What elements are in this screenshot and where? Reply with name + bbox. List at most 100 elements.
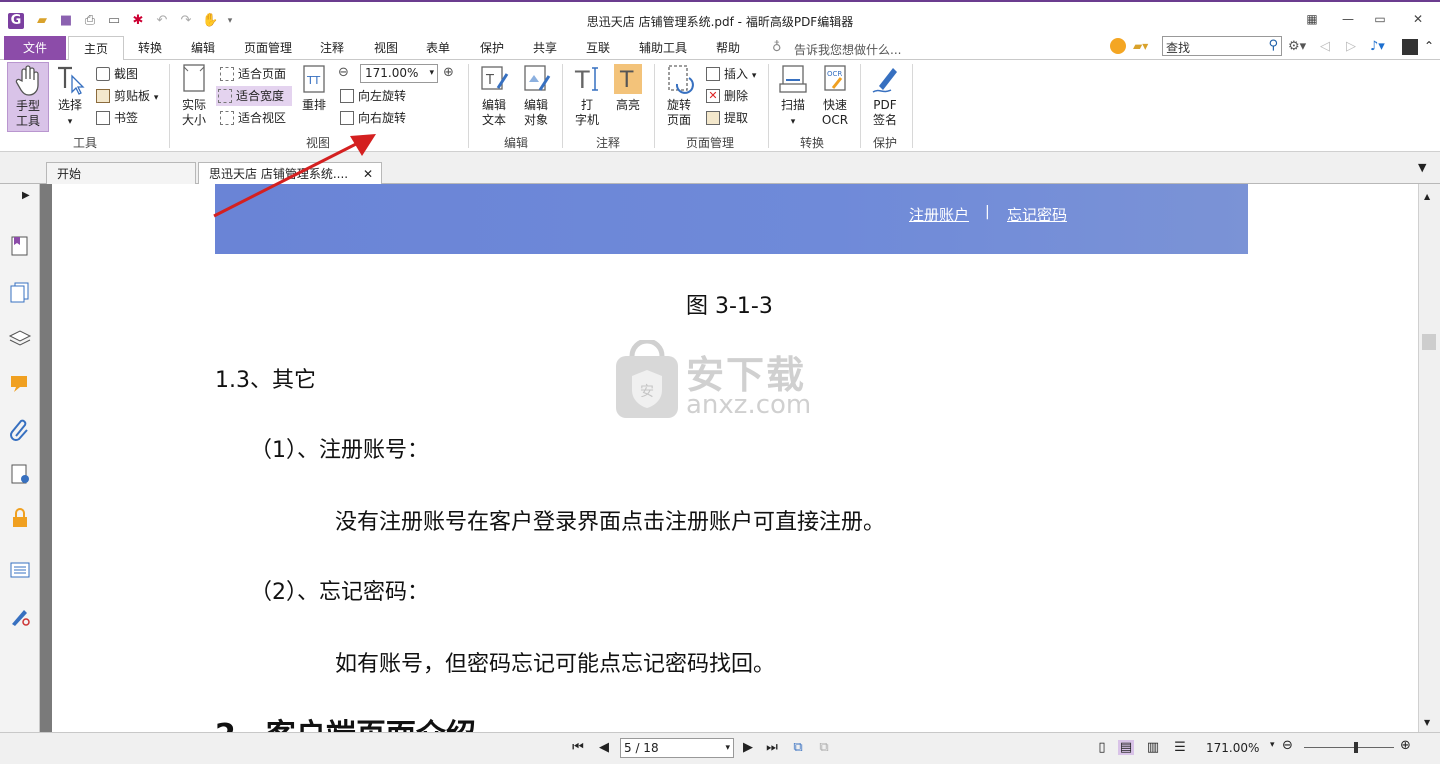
ribbon-separator <box>912 64 913 148</box>
edit-object-label: 编辑 对象 <box>523 98 548 127</box>
scan-button[interactable]: 扫描 ▾ <box>776 62 810 130</box>
forward-icon[interactable]: ▷ <box>1346 39 1356 54</box>
first-page-icon[interactable]: ⏮ <box>570 740 586 755</box>
tab-page-management[interactable]: 页面管理 <box>234 36 302 60</box>
rotate-left-button[interactable]: 向左旋转 <box>338 86 406 106</box>
hand-tool-button[interactable]: 手型 工具 <box>7 62 49 132</box>
watermark: 安 安下载 anxz.com <box>610 340 830 424</box>
highlight-icon: T <box>614 64 642 94</box>
bookmarks-panel-icon[interactable] <box>8 234 32 258</box>
clipboard-button[interactable]: 剪贴板 ▾ <box>94 86 158 106</box>
search-folder-icon[interactable]: ▰▾ <box>1133 39 1148 53</box>
insert-button[interactable]: 插入 ▾ <box>704 64 756 84</box>
screenshot-button[interactable]: 截图 <box>94 64 138 84</box>
rotate-page-button[interactable]: 旋转 页面 <box>660 62 698 128</box>
delete-button[interactable]: ✕ 删除 <box>704 86 748 106</box>
vertical-scrollbar[interactable]: ▲ ▼ <box>1418 184 1440 732</box>
status-zoom-in-icon[interactable]: ⊕ <box>1400 738 1411 753</box>
quick-ocr-button[interactable]: OCR 快速 OCR <box>816 62 854 128</box>
ribbon-collapse-icon[interactable]: ⌃ <box>1424 39 1434 53</box>
certificate-panel-icon[interactable] <box>8 604 32 628</box>
select-button[interactable]: 选择 ▾ <box>52 62 88 130</box>
previous-page-icon[interactable]: ◀ <box>596 740 612 755</box>
tab-convert[interactable]: 转换 <box>126 36 174 60</box>
tab-edit[interactable]: 编辑 <box>178 36 228 60</box>
tab-list-dropdown-icon[interactable]: ▼ <box>1418 161 1426 174</box>
last-page-icon[interactable]: ⏭ <box>764 740 780 755</box>
zoom-out-icon[interactable]: ⊖ <box>338 65 349 80</box>
fit-page-button[interactable]: 适合页面 <box>218 64 286 84</box>
fit-page-icon <box>220 67 234 81</box>
scroll-up-icon[interactable]: ▲ <box>1424 192 1430 201</box>
tab-home[interactable]: 主页 <box>68 36 124 61</box>
search-input[interactable]: 查找 <box>1166 39 1190 56</box>
page-number-input[interactable]: 5 / 18 ▾ <box>620 738 734 758</box>
layers-panel-icon[interactable] <box>8 326 32 350</box>
tab-accessibility[interactable]: 辅助工具 <box>632 36 694 60</box>
tab-start[interactable]: 开始 <box>46 162 196 184</box>
tell-me-input[interactable]: 告诉我您想做什么... <box>794 41 901 58</box>
pdf-sign-button[interactable]: PDF 签名 <box>866 62 904 128</box>
scroll-down-icon[interactable]: ▼ <box>1424 718 1430 727</box>
tab-form[interactable]: 表单 <box>414 36 462 60</box>
actual-size-button[interactable]: 实际 大小 <box>176 62 212 128</box>
single-page-icon[interactable]: ▯ <box>1094 740 1110 755</box>
user-avatar-icon[interactable] <box>1402 39 1418 55</box>
search-icon[interactable]: ⚲ <box>1268 38 1278 53</box>
continuous-facing-icon[interactable]: ☰ <box>1172 740 1188 755</box>
previous-view-icon[interactable]: ⧉ <box>790 740 806 755</box>
ocr-icon: OCR <box>824 65 846 91</box>
banner-register-link: 注册账户 <box>909 206 970 224</box>
status-zoom-out-icon[interactable]: ⊖ <box>1282 738 1293 753</box>
zoom-in-icon[interactable]: ⊕ <box>443 65 454 80</box>
zoom-dropdown-icon[interactable]: ▾ <box>1270 740 1275 750</box>
signatures-panel-icon[interactable] <box>8 462 32 486</box>
tab-protect[interactable]: 保护 <box>468 36 516 60</box>
comments-panel-icon[interactable] <box>8 372 32 396</box>
close-button[interactable]: ✕ <box>1406 10 1430 28</box>
zoom-slider-thumb[interactable] <box>1354 742 1358 753</box>
tab-help[interactable]: 帮助 <box>704 36 752 60</box>
tab-view[interactable]: 视图 <box>362 36 410 60</box>
next-view-icon[interactable]: ⧉ <box>816 740 832 755</box>
zoom-value: 171.00% <box>365 66 419 80</box>
search-box[interactable]: 查找 ⚲ <box>1162 36 1282 56</box>
content-panel-icon[interactable] <box>8 558 32 582</box>
camera-icon <box>96 67 110 81</box>
edit-object-button[interactable]: 编辑 对象 <box>516 62 556 128</box>
document-view[interactable]: 注册账户 | 忘记密码 图 3-1-3 1.3、其它 （1）、注册账号： 没有注… <box>40 184 1418 732</box>
back-icon[interactable]: ◁ <box>1320 39 1330 54</box>
rotate-left-icon <box>340 89 354 103</box>
scan-label: 扫描 <box>780 98 805 112</box>
zoom-slider-track[interactable] <box>1304 747 1394 748</box>
highlight-button[interactable]: T 高亮 <box>610 62 646 113</box>
extract-button[interactable]: 提取 <box>704 108 748 128</box>
tab-comment[interactable]: 注释 <box>308 36 356 60</box>
expand-panel-icon[interactable]: ▶ <box>22 190 30 201</box>
fit-width-button[interactable]: 适合宽度 <box>216 86 292 106</box>
typewriter-button[interactable]: T 打 字机 <box>570 62 604 128</box>
notification-bell-icon[interactable]: ♪▾ <box>1370 39 1385 54</box>
security-lock-icon[interactable] <box>8 506 32 530</box>
facing-page-icon[interactable]: ▥ <box>1145 740 1161 755</box>
feedback-icon[interactable] <box>1110 38 1126 54</box>
next-page-icon[interactable]: ▶ <box>740 740 756 755</box>
layout-icon[interactable]: ▦ <box>1300 10 1324 28</box>
reflow-button[interactable]: TT 重排 <box>298 62 330 113</box>
scroll-thumb[interactable] <box>1422 334 1436 350</box>
edit-text-button[interactable]: T 编辑 文本 <box>476 62 512 128</box>
tab-file[interactable]: 文件 <box>4 36 66 60</box>
settings-gear-icon[interactable]: ⚙▾ <box>1288 39 1306 54</box>
bookmark-button[interactable]: 书签 <box>94 108 138 128</box>
item-register-heading: （1）、注册账号： <box>250 438 429 463</box>
reflow-icon: TT <box>303 65 325 93</box>
attachments-panel-icon[interactable] <box>8 418 32 442</box>
zoom-select[interactable]: 171.00% ▾ <box>360 64 438 83</box>
maximize-button[interactable]: ▭ <box>1368 10 1392 28</box>
minimize-button[interactable]: — <box>1336 10 1360 28</box>
lightbulb-icon: ♁ <box>772 40 782 55</box>
tab-connect[interactable]: 互联 <box>574 36 622 60</box>
pages-panel-icon[interactable] <box>8 280 32 304</box>
tab-share[interactable]: 共享 <box>521 36 569 60</box>
continuous-page-icon[interactable]: ▤ <box>1118 740 1134 755</box>
